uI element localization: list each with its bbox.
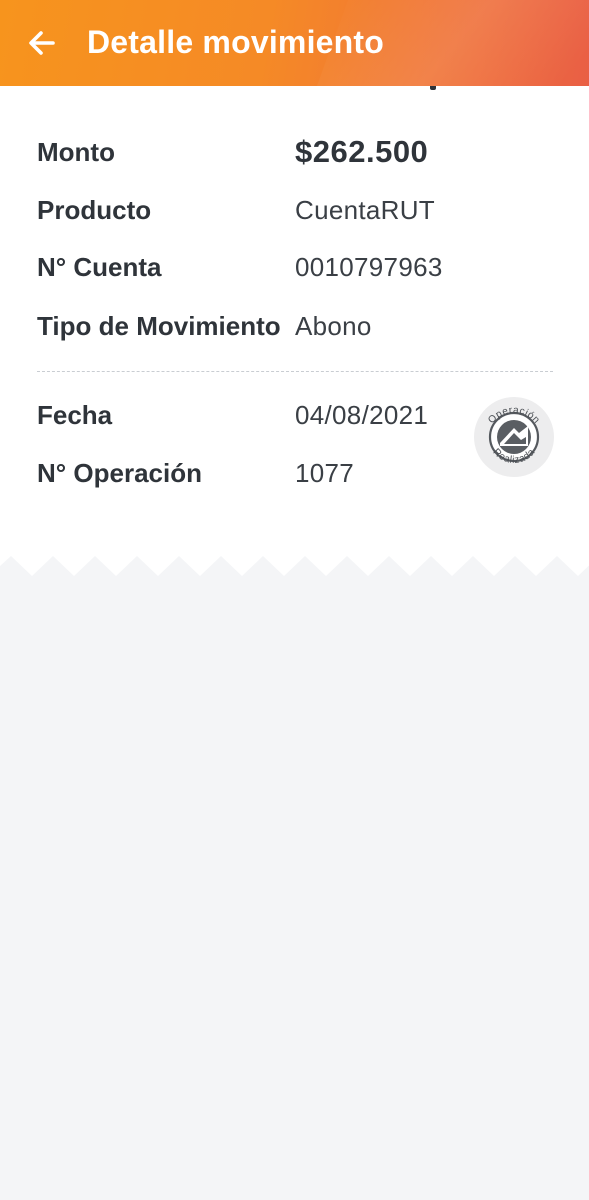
app-screen: Detalle movimiento Monto $262.500 Produc…: [0, 0, 589, 1200]
back-button[interactable]: [24, 25, 60, 61]
movement-type-label: Tipo de Movimiento: [37, 311, 281, 341]
movement-type-row: Tipo de Movimiento Abono: [37, 306, 557, 346]
operation-stamp-icon: Operación Realizada: [474, 397, 554, 477]
page-title: Detalle movimiento: [87, 24, 385, 60]
product-value: CuentaRUT: [295, 195, 435, 225]
amount-row: Monto $262.500: [37, 132, 557, 172]
amount-label: Monto: [37, 137, 115, 167]
receipt-torn-edge: [0, 556, 589, 578]
account-row: N° Cuenta 0010797963: [37, 247, 557, 287]
date-label: Fecha: [37, 400, 113, 430]
operation-label: N° Operación: [37, 458, 202, 488]
receipt-card: Monto $262.500 Producto CuentaRUT N° Cue…: [0, 78, 589, 578]
arrow-left-icon: [29, 31, 55, 55]
section-divider: [37, 371, 553, 372]
product-label: Producto: [37, 195, 152, 225]
movement-type-value: Abono: [295, 311, 372, 341]
amount-value: $262.500: [295, 134, 429, 169]
operation-value: 1077: [295, 458, 355, 488]
account-value: 0010797963: [295, 252, 443, 282]
product-row: Producto CuentaRUT: [37, 190, 557, 230]
date-value: 04/08/2021: [295, 400, 429, 430]
account-label: N° Cuenta: [37, 252, 162, 282]
app-header: Detalle movimiento: [0, 0, 589, 86]
